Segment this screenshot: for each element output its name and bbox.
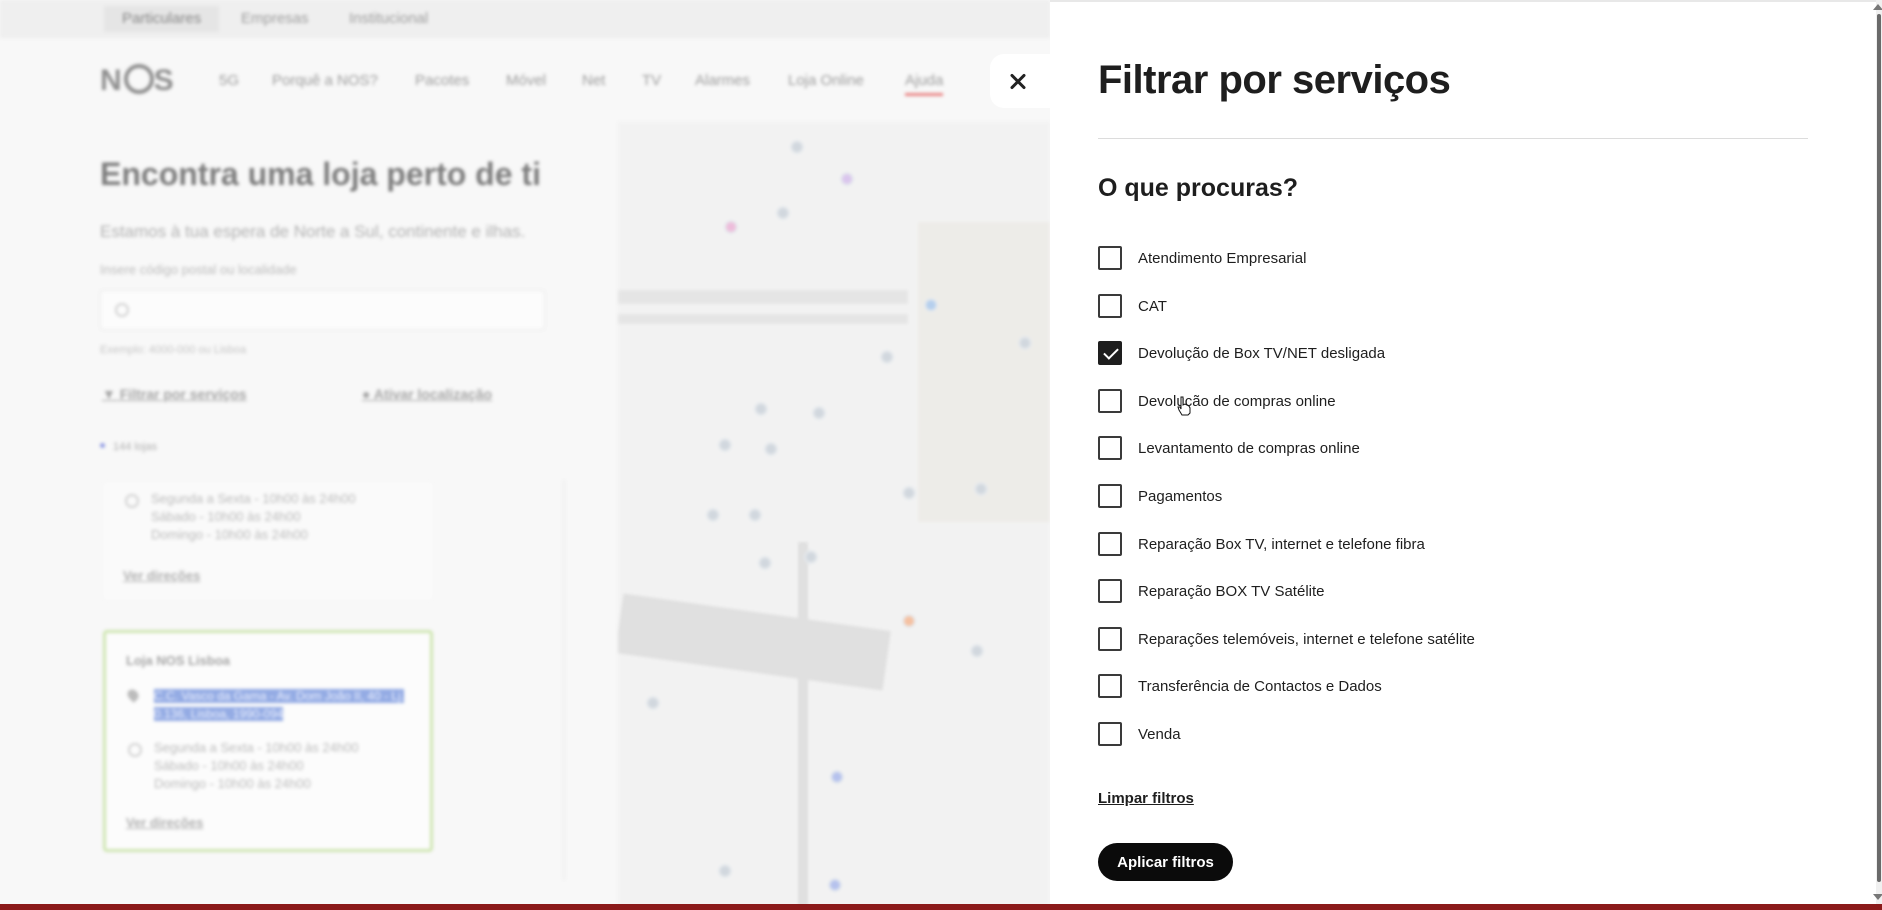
checkbox[interactable] bbox=[1098, 246, 1122, 270]
filter-option-reparacao-fibra[interactable]: Reparação Box TV, internet e telefone fi… bbox=[1098, 531, 1425, 557]
filter-option-devolucao-compras[interactable]: Devolução de compras online bbox=[1098, 388, 1336, 414]
scroll-down-arrow-icon[interactable] bbox=[1873, 894, 1882, 900]
filter-option-reparacoes-telemoveis[interactable]: Reparações telemóveis, internet e telefo… bbox=[1098, 626, 1475, 652]
filter-option-label: Reparações telemóveis, internet e telefo… bbox=[1138, 630, 1475, 648]
filter-option-label: Reparação Box TV, internet e telefone fi… bbox=[1138, 535, 1425, 553]
filter-option-cat[interactable]: CAT bbox=[1098, 293, 1167, 319]
filter-option-label: CAT bbox=[1138, 297, 1167, 315]
bottom-accent-bar bbox=[0, 904, 1882, 910]
filter-panel: Filtrar por serviços O que procuras? Ate… bbox=[1050, 0, 1882, 910]
scroll-up-arrow-icon[interactable] bbox=[1873, 4, 1882, 10]
filter-option-label: Venda bbox=[1138, 725, 1181, 743]
filter-option-label: Levantamento de compras online bbox=[1138, 439, 1360, 457]
checkbox-checked[interactable] bbox=[1098, 341, 1122, 365]
filter-option-transferencia[interactable]: Transferência de Contactos e Dados bbox=[1098, 673, 1382, 699]
checkbox[interactable] bbox=[1098, 627, 1122, 651]
apply-filters-button[interactable]: Aplicar filtros bbox=[1098, 843, 1233, 881]
checkbox[interactable] bbox=[1098, 484, 1122, 508]
filter-option-pagamentos[interactable]: Pagamentos bbox=[1098, 483, 1222, 509]
hand-cursor-icon bbox=[1177, 396, 1191, 416]
panel-title: Filtrar por serviços bbox=[1098, 58, 1451, 102]
filter-option-label: Reparação BOX TV Satélite bbox=[1138, 582, 1325, 600]
divider bbox=[1098, 138, 1808, 139]
filter-option-reparacao-satelite[interactable]: Reparação BOX TV Satélite bbox=[1098, 578, 1325, 604]
panel-subtitle: O que procuras? bbox=[1098, 174, 1299, 202]
checkbox[interactable] bbox=[1098, 436, 1122, 460]
close-button[interactable] bbox=[990, 54, 1050, 108]
background-page: Particulares Empresas Institucional NS 5… bbox=[0, 0, 1050, 910]
checkbox[interactable] bbox=[1098, 674, 1122, 698]
checkbox[interactable] bbox=[1098, 389, 1122, 413]
filter-option-label: Transferência de Contactos e Dados bbox=[1138, 677, 1382, 695]
scrollbar-thumb[interactable] bbox=[1877, 14, 1881, 882]
filter-option-venda[interactable]: Venda bbox=[1098, 721, 1181, 747]
filter-option-levantamento[interactable]: Levantamento de compras online bbox=[1098, 435, 1360, 461]
clear-filters-link[interactable]: Limpar filtros bbox=[1098, 790, 1194, 807]
filter-option-devolucao-box[interactable]: Devolução de Box TV/NET desligada bbox=[1098, 340, 1385, 366]
filter-option-label: Pagamentos bbox=[1138, 487, 1223, 505]
modal-backdrop[interactable] bbox=[0, 0, 1050, 910]
filter-option-label: Atendimento Empresarial bbox=[1138, 249, 1307, 267]
filter-option-atendimento-empresarial[interactable]: Atendimento Empresarial bbox=[1098, 245, 1306, 271]
filter-option-label: Devolução de compras online bbox=[1138, 392, 1336, 410]
checkbox[interactable] bbox=[1098, 722, 1122, 746]
checkbox[interactable] bbox=[1098, 294, 1122, 318]
checkbox[interactable] bbox=[1098, 532, 1122, 556]
filter-option-label: Devolução de Box TV/NET desligada bbox=[1138, 344, 1386, 362]
checkbox[interactable] bbox=[1098, 579, 1122, 603]
